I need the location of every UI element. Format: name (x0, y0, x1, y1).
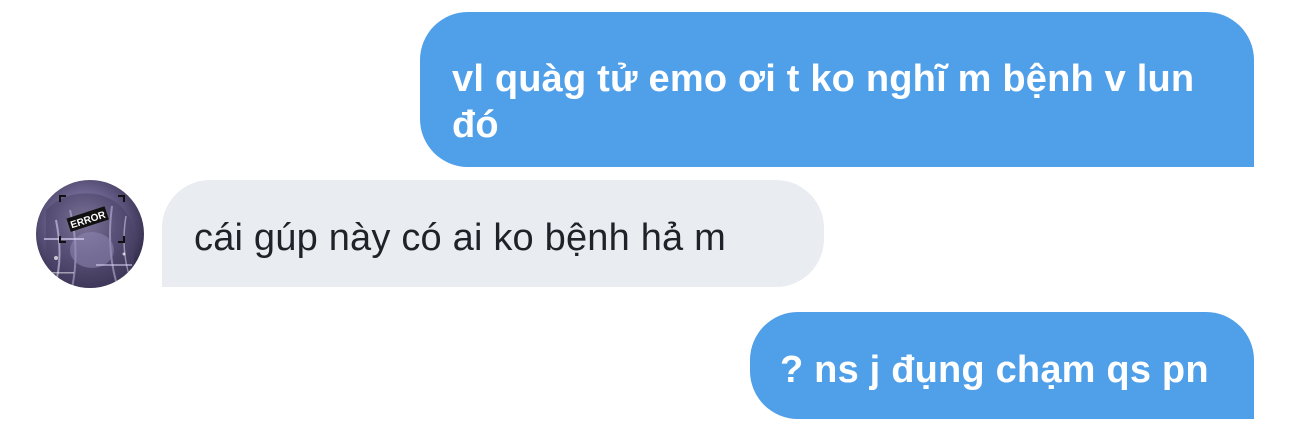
error-glitch-avatar-icon: ERROR (36, 180, 144, 288)
outgoing-message-bubble[interactable]: ? ns j đụng chạm qs pn (750, 312, 1254, 419)
message-text: cái gúp này có ai ko bệnh hả m (194, 217, 727, 259)
incoming-message-bubble[interactable]: cái gúp này có ai ko bệnh hả m (162, 180, 824, 287)
avatar[interactable]: ERROR (36, 180, 144, 288)
outgoing-message-bubble[interactable]: vl quàg tử emo ơi t ko nghĩ m bệnh v lun… (420, 12, 1254, 167)
message-text: vl quàg tử emo ơi t ko nghĩ m bệnh v lun… (452, 58, 1195, 146)
message-text: ? ns j đụng chạm qs pn (780, 349, 1209, 391)
